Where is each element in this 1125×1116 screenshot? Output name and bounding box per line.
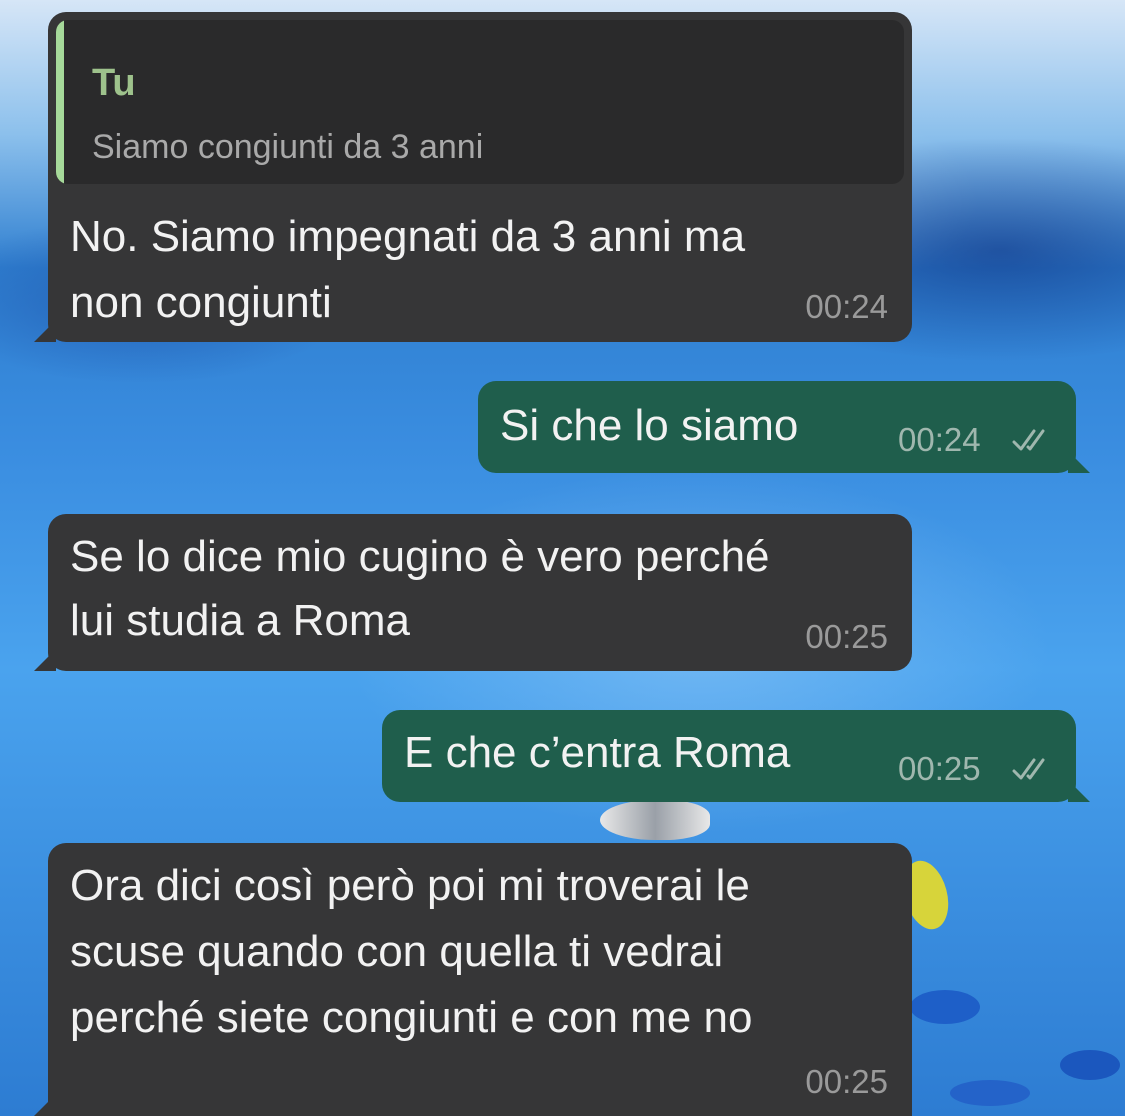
message-bubble-incoming[interactable]: Se lo dice mio cugino è vero perché lui … bbox=[34, 514, 912, 671]
message-text-line: Se lo dice mio cugino è vero perché bbox=[70, 532, 770, 581]
quoted-reply[interactable]: Tu Siamo congiunti da 3 anni bbox=[56, 20, 904, 184]
message-time: 00:25 bbox=[805, 1063, 888, 1100]
double-check-icon bbox=[1012, 758, 1045, 780]
message-bubble-outgoing[interactable]: Si che lo siamo 00:24 bbox=[478, 381, 1090, 473]
message-bubble-incoming[interactable]: Ora dici così però poi mi troverai le sc… bbox=[34, 843, 912, 1116]
message-text-line: Ora dici così però poi mi troverai le bbox=[70, 861, 750, 910]
wallpaper-fish bbox=[950, 1080, 1030, 1106]
message-text-line: perché siete congiunti e con me no bbox=[70, 993, 753, 1042]
double-check-icon bbox=[1012, 429, 1045, 451]
message-text-line: scuse quando con quella ti vedrai bbox=[70, 927, 724, 976]
message-time: 00:24 bbox=[898, 421, 981, 458]
message-text-line: lui studia a Roma bbox=[70, 596, 410, 645]
message-time: 00:24 bbox=[805, 288, 888, 325]
quote-text: Siamo congiunti da 3 anni bbox=[92, 128, 484, 166]
message-text-line: non congiunti bbox=[70, 278, 332, 327]
message-time: 00:25 bbox=[805, 618, 888, 655]
message-text-line: No. Siamo impegnati da 3 anni ma bbox=[70, 212, 746, 261]
quote-sender: Tu bbox=[92, 62, 136, 104]
wallpaper-fish bbox=[1060, 1050, 1120, 1080]
message-time: 00:25 bbox=[898, 750, 981, 787]
message-text-line: E che c’entra Roma bbox=[404, 728, 791, 777]
message-bubble-incoming[interactable]: Tu Siamo congiunti da 3 anni No. Siamo i… bbox=[34, 12, 912, 342]
wallpaper-fish bbox=[600, 800, 710, 840]
message-text-line: Si che lo siamo bbox=[500, 401, 799, 450]
wallpaper-fish bbox=[910, 990, 980, 1024]
message-bubble-outgoing[interactable]: E che c’entra Roma 00:25 bbox=[382, 710, 1090, 802]
quote-accent-bar bbox=[56, 20, 64, 184]
